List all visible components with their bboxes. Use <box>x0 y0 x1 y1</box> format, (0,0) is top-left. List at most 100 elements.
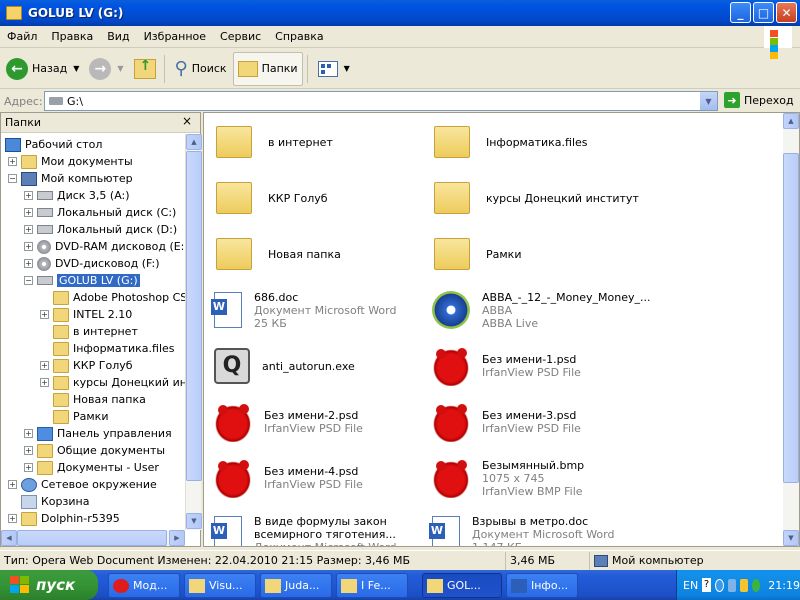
file-item[interactable]: ABBA_-_12_-_Money_Money_... ABBA ABBA Live <box>426 285 651 335</box>
back-button[interactable]: ← Назад ▼ <box>2 52 83 86</box>
tree-item[interactable]: в интернет <box>53 323 138 340</box>
scroll-thumb[interactable] <box>186 151 202 481</box>
start-button[interactable]: пуск <box>0 570 98 600</box>
views-button[interactable]: ▼ <box>314 52 354 86</box>
scroll-left-icon[interactable]: ◀ <box>1 530 17 546</box>
tree-item[interactable]: + Общие документы <box>24 442 165 459</box>
file-item[interactable]: Без имени-4.psd IrfanView PSD File <box>208 453 363 503</box>
menu-file[interactable]: Файл <box>0 30 44 43</box>
menu-edit[interactable]: Правка <box>44 30 100 43</box>
up-button[interactable]: ↑ <box>130 52 160 86</box>
expand-icon[interactable]: + <box>40 361 49 370</box>
file-item[interactable]: Без имени-2.psd IrfanView PSD File <box>208 397 363 447</box>
expand-icon[interactable]: + <box>40 310 49 319</box>
chevron-down-icon[interactable]: ▼ <box>117 64 123 73</box>
tree-item[interactable]: Adobe Photoshop CS2 <box>53 289 185 306</box>
menu-favorites[interactable]: Избранное <box>137 30 213 43</box>
scroll-up-icon[interactable]: ▲ <box>186 134 202 150</box>
expand-icon[interactable]: + <box>24 225 33 234</box>
tree-item[interactable]: + DVD-RAM дисковод (E:) <box>24 238 185 255</box>
file-item[interactable]: Інформатика.files <box>426 117 588 167</box>
expand-icon[interactable]: + <box>24 446 33 455</box>
tree-item[interactable]: + Сетевое окружение <box>8 476 157 493</box>
file-item[interactable]: Рамки <box>426 229 521 279</box>
tree-item[interactable]: + Локальный диск (C:) <box>24 204 176 221</box>
tree-item[interactable]: + Локальный диск (D:) <box>24 221 177 238</box>
tree-item[interactable]: + Панель управления <box>24 425 172 442</box>
collapse-icon[interactable]: − <box>8 174 17 183</box>
tree-item[interactable]: − Мой компьютер <box>8 170 133 187</box>
file-item[interactable]: 686.docДокумент Microsoft Word25 КБ <box>208 285 396 335</box>
forward-button[interactable]: → ▼ <box>85 52 127 86</box>
tree-item[interactable]: + Dolphin-r5395 <box>8 510 120 527</box>
folders-button[interactable]: Папки <box>232 51 303 86</box>
tree-item[interactable]: + ККР Голуб <box>40 357 133 374</box>
expand-icon[interactable]: + <box>24 242 33 251</box>
close-icon[interactable]: × <box>182 114 192 128</box>
expand-icon[interactable]: + <box>24 259 33 268</box>
tree-item[interactable]: + Мои документы <box>8 153 133 170</box>
expand-icon[interactable]: + <box>8 157 17 166</box>
scroll-up-icon[interactable]: ▲ <box>783 113 799 129</box>
address-input[interactable]: G:\ ▼ <box>44 91 718 111</box>
expand-icon[interactable]: + <box>24 463 33 472</box>
warning-icon[interactable] <box>740 578 749 592</box>
task-button[interactable]: GOL... <box>422 573 502 598</box>
file-item[interactable]: в интернет <box>208 117 333 167</box>
file-item[interactable]: Без имени-1.psd IrfanView PSD File <box>426 341 581 391</box>
tree-item[interactable]: + DVD-дисковод (F:) <box>24 255 160 272</box>
menu-view[interactable]: Вид <box>100 30 136 43</box>
expand-icon[interactable]: + <box>8 480 17 489</box>
collapse-icon[interactable]: − <box>24 276 33 285</box>
menu-help[interactable]: Справка <box>268 30 330 43</box>
file-item[interactable]: ККР Голуб <box>208 173 328 223</box>
chevron-left-icon[interactable] <box>714 578 724 592</box>
tree-item[interactable]: Новая папка <box>53 391 146 408</box>
tree-item[interactable]: Рамки <box>53 408 108 425</box>
tree-item[interactable]: + Документы - User <box>24 459 159 476</box>
tree-item[interactable]: + Диск 3,5 (A:) <box>24 187 130 204</box>
task-button[interactable]: Мод... <box>108 573 180 598</box>
vertical-scrollbar[interactable]: ▲ ▼ <box>783 113 799 546</box>
file-item[interactable]: Взрывы в метро.docДокумент Microsoft Wor… <box>426 509 614 546</box>
horizontal-scrollbar[interactable]: ◀ ▶ <box>1 530 185 546</box>
expand-icon[interactable]: + <box>8 514 17 523</box>
network-icon[interactable] <box>727 578 736 592</box>
expand-icon[interactable]: + <box>40 378 49 387</box>
go-button[interactable]: ➜ Переход <box>724 92 794 108</box>
task-button[interactable]: I Fe... <box>336 573 408 598</box>
task-button[interactable]: Juda... <box>260 573 332 598</box>
scroll-down-icon[interactable]: ▼ <box>186 513 202 529</box>
scroll-right-icon[interactable]: ▶ <box>169 530 185 546</box>
file-item[interactable]: В виде формулы законвсемирного тяготения… <box>208 509 396 546</box>
expand-icon[interactable]: + <box>24 191 33 200</box>
scroll-down-icon[interactable]: ▼ <box>783 530 799 546</box>
chevron-down-icon[interactable]: ▼ <box>344 64 350 73</box>
scroll-thumb[interactable] <box>783 153 799 483</box>
file-item[interactable]: Новая папка <box>208 229 341 279</box>
search-button[interactable]: ⚲ Поиск <box>171 52 231 86</box>
scroll-thumb[interactable] <box>17 530 167 546</box>
file-item[interactable]: Qanti_autorun.exe <box>208 341 355 391</box>
task-button[interactable]: Visu... <box>184 573 256 598</box>
expand-icon[interactable]: + <box>24 429 33 438</box>
tree-item[interactable]: Інформатика.files <box>53 340 175 357</box>
vertical-scrollbar[interactable]: ▲ ▼ <box>185 134 202 530</box>
minimize-button[interactable]: _ <box>730 2 751 23</box>
file-item[interactable]: курсы Донецкий институт <box>426 173 639 223</box>
tree-item[interactable]: − GOLUB LV (G:) <box>24 272 140 289</box>
maximize-button[interactable]: □ <box>753 2 774 23</box>
language-indicator[interactable]: EN <box>683 579 698 592</box>
tree-item[interactable]: + INTEL 2.10 <box>40 306 132 323</box>
file-item[interactable]: Без имени-3.psd IrfanView PSD File <box>426 397 581 447</box>
chevron-down-icon[interactable]: ▼ <box>73 64 79 73</box>
expand-icon[interactable]: + <box>24 208 33 217</box>
file-item[interactable]: Безымянный.bmp 1075 x 745 IrfanView BMP Fi… <box>426 453 584 503</box>
title-bar[interactable]: GOLUB LV (G:) _ □ ✕ <box>0 0 800 26</box>
task-button[interactable]: Інфо... <box>506 573 578 598</box>
menu-tools[interactable]: Сервис <box>213 30 268 43</box>
close-button[interactable]: ✕ <box>776 2 797 23</box>
tree-item[interactable]: Корзина <box>21 493 89 510</box>
tree-item[interactable]: + курсы Донецкий институт <box>40 374 185 391</box>
security-icon[interactable] <box>752 578 761 592</box>
